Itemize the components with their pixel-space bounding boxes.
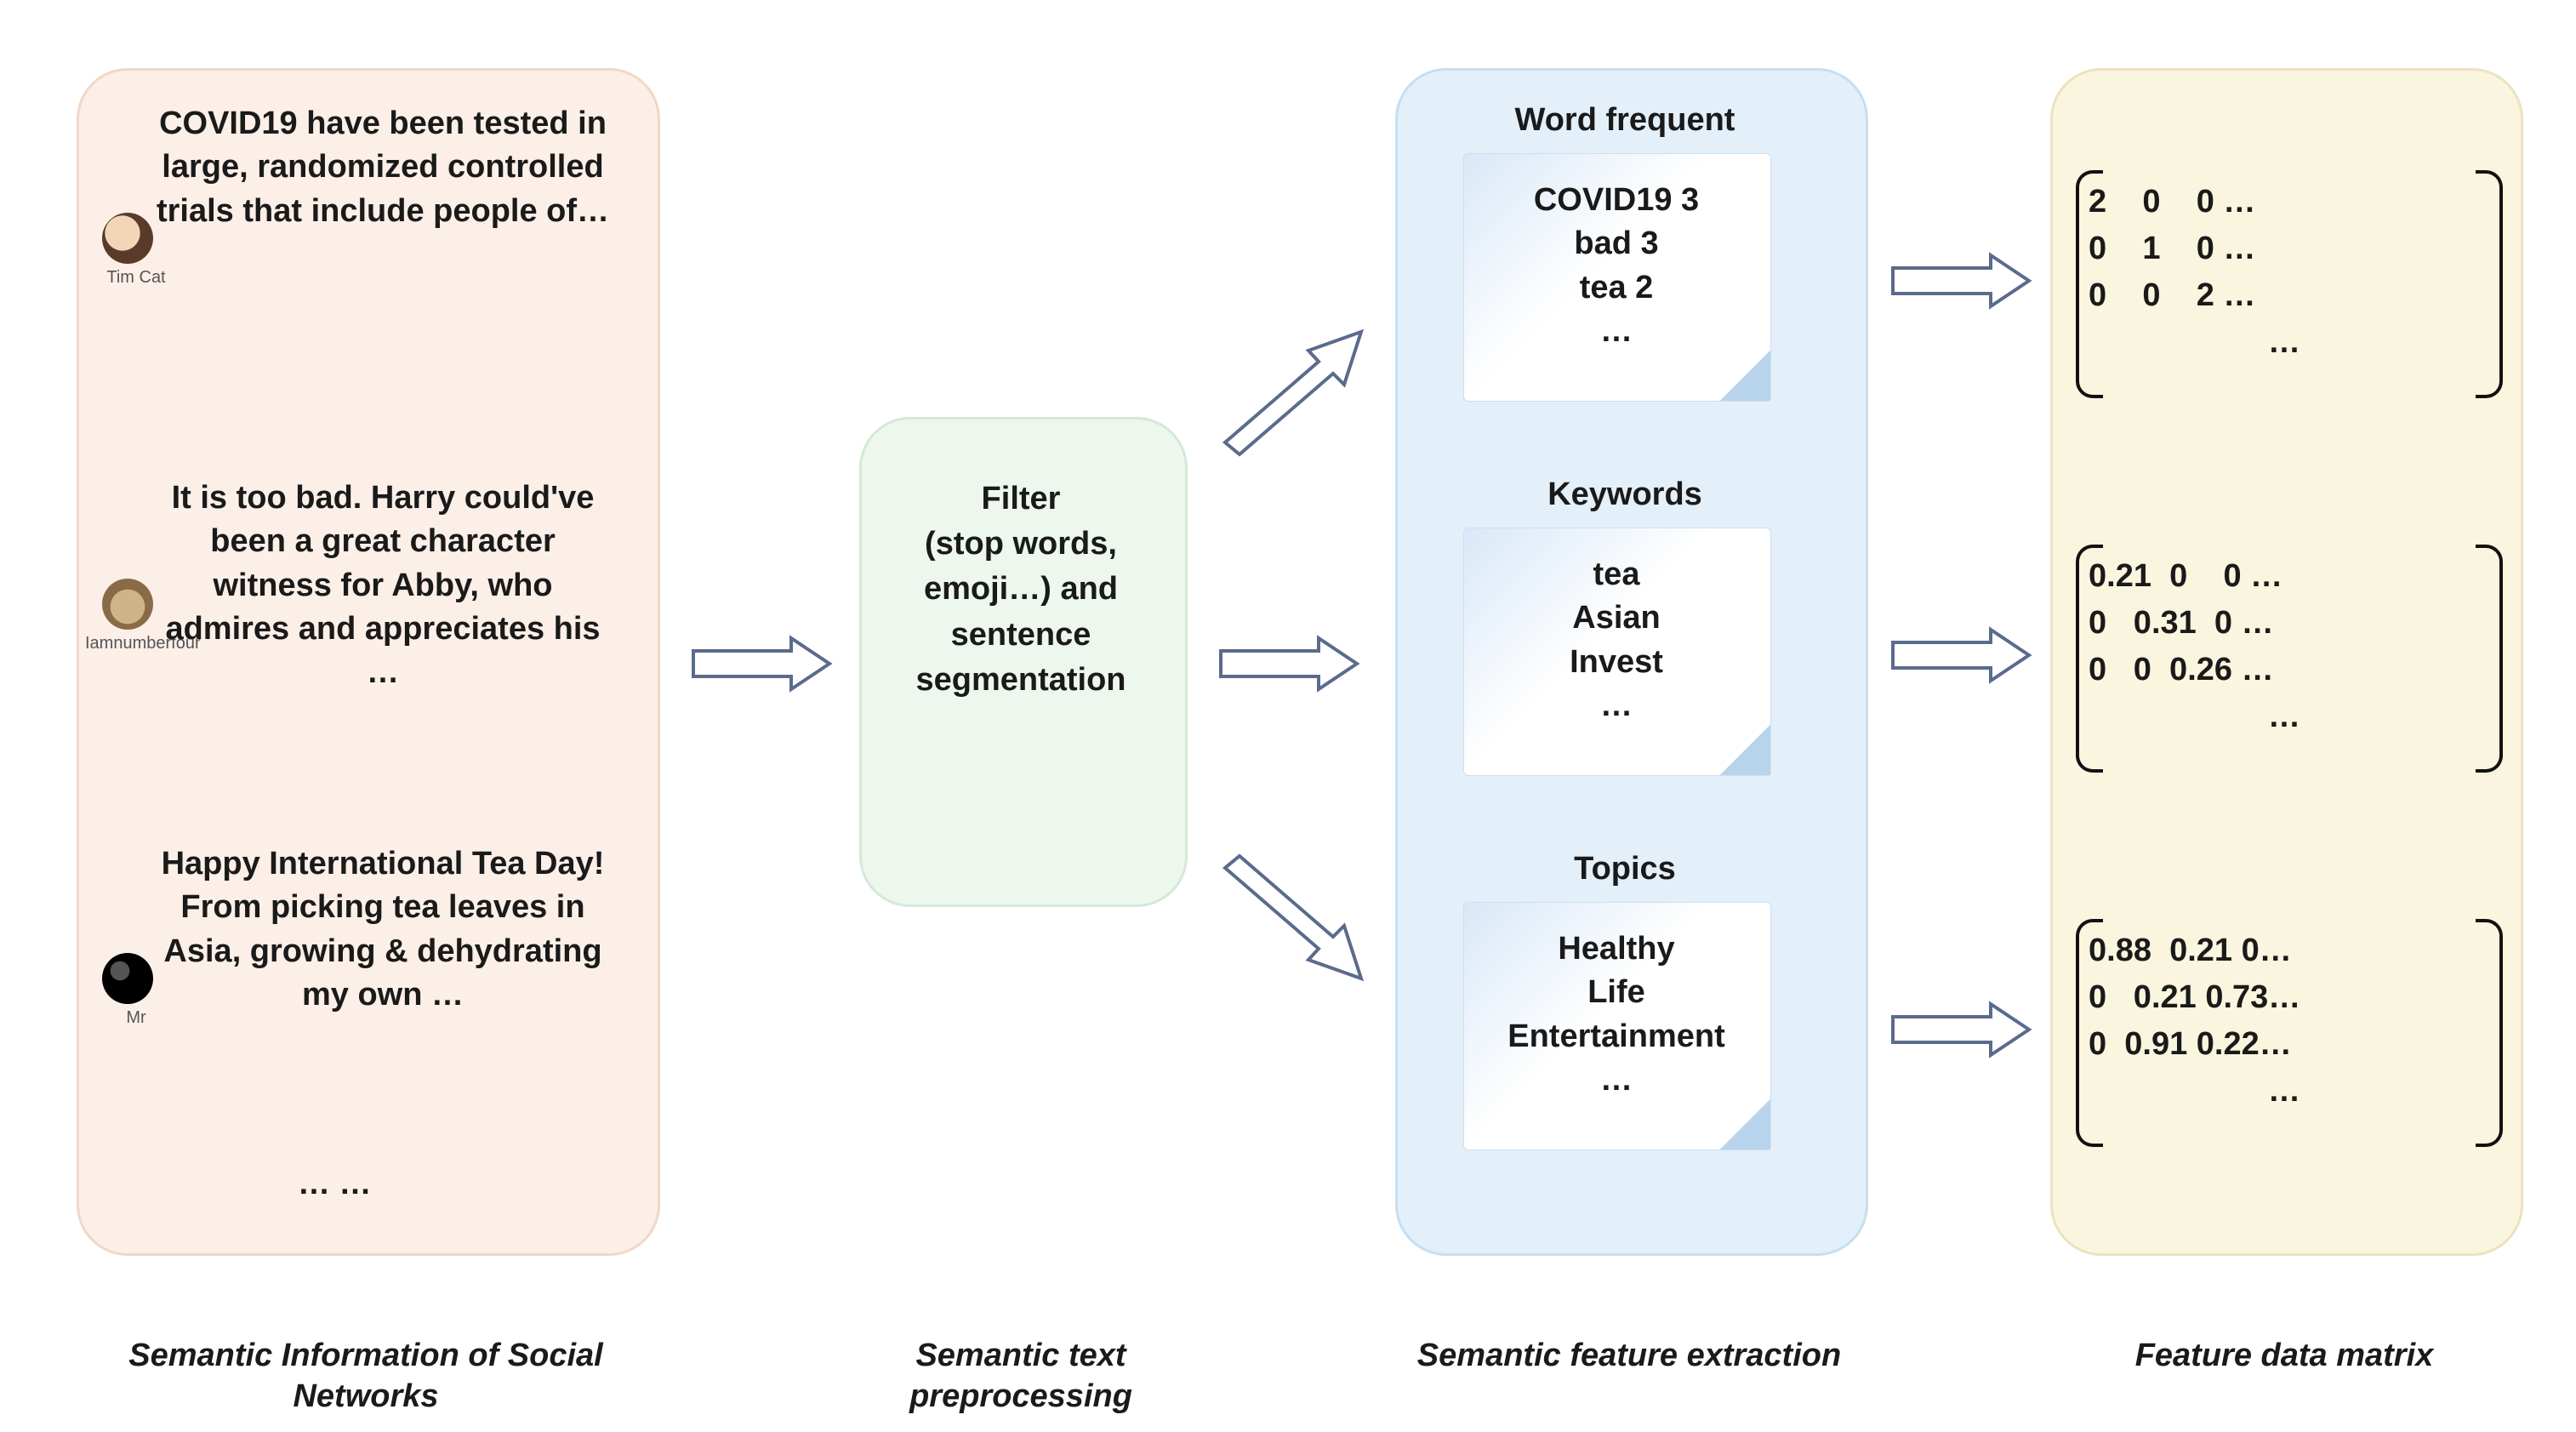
matrix-row: …	[2089, 693, 2480, 740]
matrix-row: …	[2089, 319, 2480, 366]
stage-caption: Semantic text preprocessing	[834, 1336, 1208, 1417]
page-fold-icon	[1719, 724, 1770, 775]
preprocess-line: Filter	[982, 481, 1061, 516]
arrow-diagonal-up-icon	[1217, 315, 1370, 468]
feature-block-title: Topics	[1463, 851, 1787, 887]
arrow-right-icon	[1217, 630, 1361, 698]
post-text: COVID19 have been tested in large, rando…	[153, 102, 613, 233]
feature-block-title: Word frequent	[1463, 102, 1787, 139]
avatar-icon	[102, 213, 153, 264]
preprocess-text: Filter (stop words, emoji…) and sentence…	[885, 476, 1157, 703]
feature-line: …	[1600, 1062, 1633, 1098]
feature-line: Life	[1587, 974, 1645, 1010]
ellipsis: … …	[298, 1166, 372, 1202]
matrix-row: 0.88 0.21 0…	[2089, 927, 2480, 974]
post-text: It is too bad. Harry could've been a gre…	[153, 476, 613, 694]
page-fold-icon	[1719, 1098, 1770, 1150]
arrow-right-icon	[1889, 996, 2033, 1064]
matrix-row: 0 0 0.26 …	[2089, 647, 2480, 693]
avatar-icon	[102, 953, 153, 1004]
matrix-row: 0.21 0 0 …	[2089, 553, 2480, 600]
feature-line: Invest	[1570, 644, 1663, 680]
feature-line: Healthy	[1558, 931, 1674, 967]
matrix-row: 2 0 0 …	[2089, 179, 2480, 225]
feature-line: bad 3	[1574, 225, 1658, 261]
matrix-content: 0.21 0 0 … 0 0.31 0 … 0 0 0.26 … …	[2089, 553, 2480, 740]
matrix-content: 0.88 0.21 0… 0 0.21 0.73… 0 0.91 0.22… …	[2089, 927, 2480, 1115]
feature-line: tea 2	[1580, 270, 1654, 305]
matrix-content: 2 0 0 … 0 1 0 … 0 0 2 … …	[2089, 179, 2480, 366]
feature-block-content: tea Asian Invest …	[1463, 553, 1770, 727]
matrix-row: 0 0.31 0 …	[2089, 600, 2480, 647]
matrix-row: 0 0.91 0.22…	[2089, 1021, 2480, 1068]
arrow-right-icon	[689, 630, 834, 698]
matrix-row: 0 0 2 …	[2089, 272, 2480, 319]
feature-line: Asian	[1572, 600, 1660, 636]
arrow-right-icon	[1889, 621, 2033, 689]
arrow-right-icon	[1889, 247, 2033, 315]
feature-block-content: Healthy Life Entertainment …	[1463, 927, 1770, 1102]
avatar-icon	[102, 579, 153, 630]
diagram-canvas: Tim Cat COVID19 have been tested in larg…	[0, 0, 2576, 1432]
feature-block-title: Keywords	[1463, 476, 1787, 513]
stage-caption: Semantic feature extraction	[1395, 1336, 1863, 1377]
feature-line: tea	[1593, 556, 1640, 592]
post-text: Happy International Tea Day! From pickin…	[153, 842, 613, 1017]
matrix-row: 0 1 0 …	[2089, 225, 2480, 272]
matrix-row: …	[2089, 1068, 2480, 1115]
feature-line: Entertainment	[1507, 1018, 1724, 1054]
stage-caption: Feature data matrix	[2050, 1336, 2518, 1377]
page-fold-icon	[1719, 350, 1770, 401]
feature-line: …	[1600, 687, 1633, 723]
stage-caption: Semantic Information of Social Networks	[77, 1336, 655, 1417]
username-label: Tim Cat	[85, 268, 187, 288]
matrix-row: 0 0.21 0.73…	[2089, 974, 2480, 1021]
preprocess-line: (stop words, emoji…) and sentence segmen…	[915, 526, 1126, 698]
feature-block-content: COVID19 3 bad 3 tea 2 …	[1463, 179, 1770, 353]
feature-line: COVID19 3	[1534, 182, 1699, 218]
arrow-diagonal-down-icon	[1217, 842, 1370, 996]
feature-line: …	[1600, 313, 1633, 349]
